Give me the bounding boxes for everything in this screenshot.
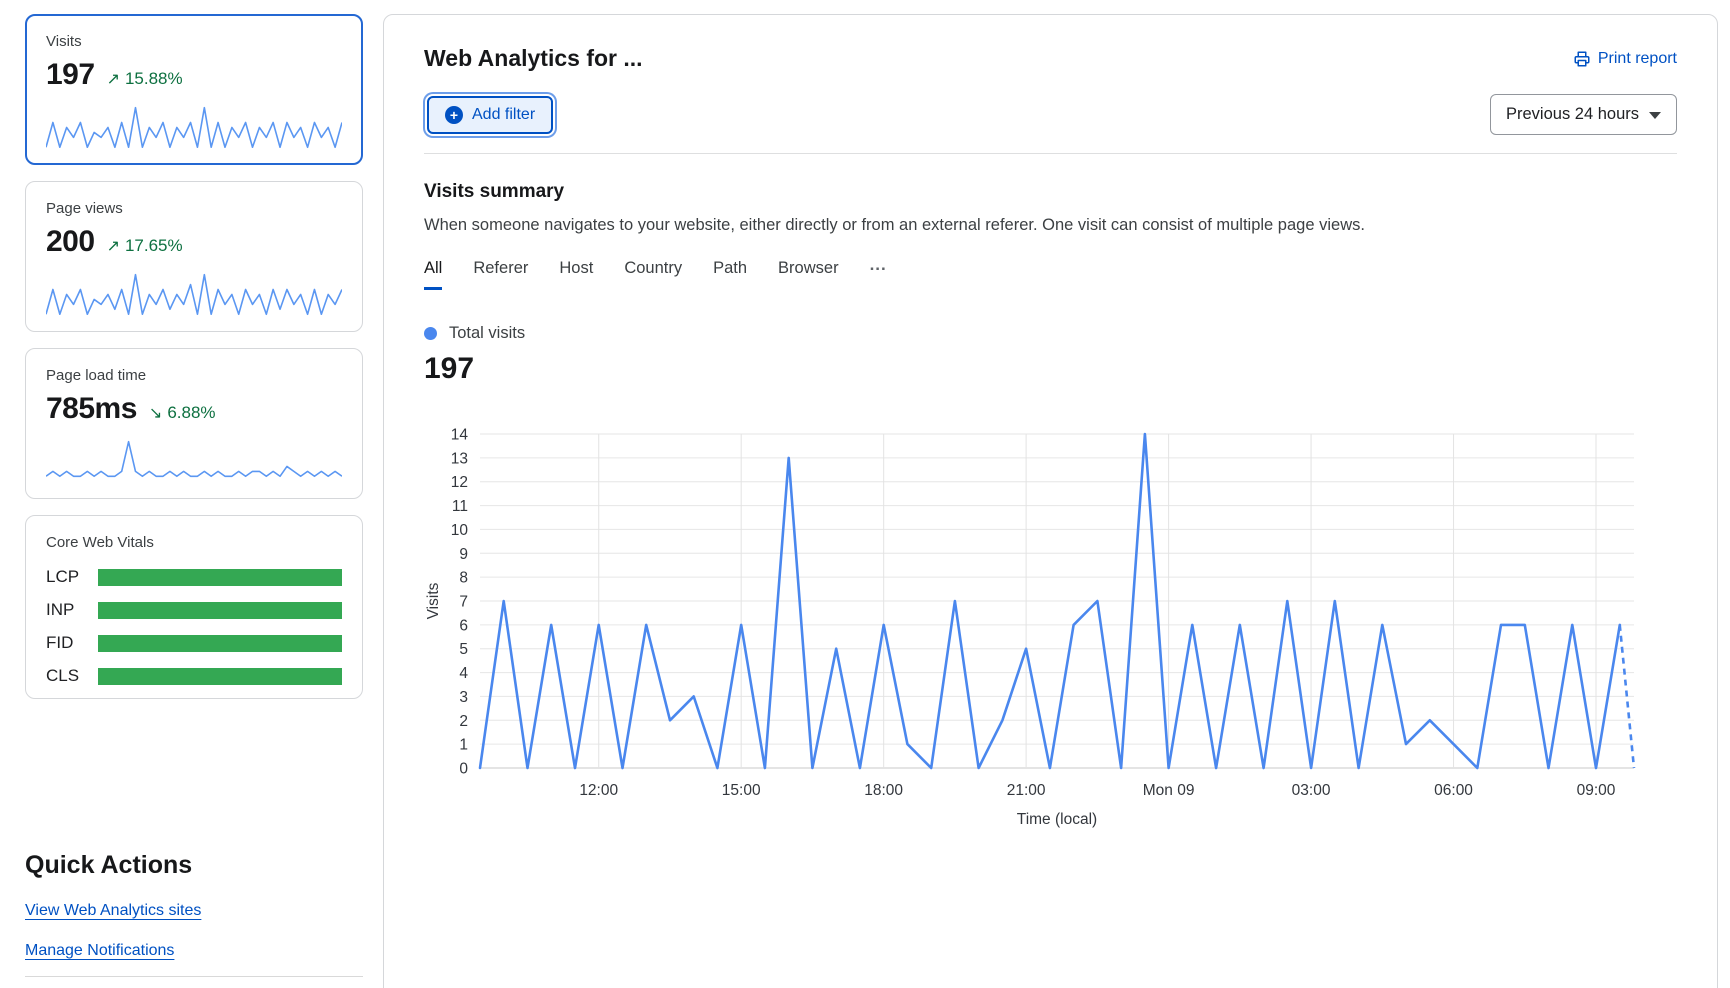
cwv-green-bar [98, 668, 342, 685]
add-filter-label: Add filter [472, 106, 535, 124]
chevron-down-icon [1649, 112, 1661, 119]
trend-badge: ↗ 17.65% [107, 236, 183, 256]
trend-percent: 17.65% [125, 236, 183, 256]
trend-percent: 6.88% [167, 403, 215, 423]
print-report-label: Print report [1598, 50, 1677, 68]
printer-icon [1573, 50, 1591, 68]
manage-notifications-link[interactable]: Manage Notifications [25, 942, 174, 960]
dashboard-layout: Visits 197 ↗ 15.88% Page views 200 ↗ 17.… [0, 0, 1730, 988]
cwv-green-bar [98, 569, 342, 586]
svg-text:21:00: 21:00 [1007, 782, 1046, 799]
page-title: Web Analytics for ... [424, 45, 643, 72]
view-web-analytics-sites-link[interactable]: View Web Analytics sites [25, 902, 201, 920]
metric-value: 200 [46, 225, 95, 259]
total-visits-value: 197 [424, 352, 1677, 386]
time-range-dropdown[interactable]: Previous 24 hours [1490, 94, 1677, 135]
tab-path[interactable]: Path [713, 259, 747, 287]
trend-down-icon: ↘ [149, 403, 162, 423]
svg-text:5: 5 [459, 641, 468, 658]
cwv-title: Core Web Vitals [46, 534, 342, 551]
metrics-sidebar: Visits 197 ↗ 15.88% Page views 200 ↗ 17.… [25, 14, 363, 988]
trend-badge: ↗ 15.88% [107, 69, 183, 89]
svg-text:15:00: 15:00 [722, 782, 761, 799]
svg-text:03:00: 03:00 [1292, 782, 1331, 799]
svg-text:14: 14 [451, 427, 469, 444]
time-range-value: Previous 24 hours [1506, 105, 1639, 124]
svg-text:Mon 09: Mon 09 [1143, 782, 1195, 799]
plus-circle-icon: + [445, 106, 463, 124]
svg-text:09:00: 09:00 [1577, 782, 1616, 799]
add-filter-button[interactable]: + Add filter [427, 96, 553, 134]
tab-country[interactable]: Country [624, 259, 682, 287]
visits-summary-section: Visits summary When someone navigates to… [384, 154, 1717, 840]
trend-badge: ↘ 6.88% [149, 403, 216, 423]
svg-text:11: 11 [452, 498, 468, 515]
cwv-metric-label: FID [46, 633, 98, 653]
metric-title: Page load time [46, 367, 342, 384]
core-web-vitals-card: Core Web Vitals LCP INP FID CLS [25, 515, 363, 699]
svg-text:7: 7 [459, 594, 468, 611]
metric-value: 197 [46, 58, 95, 92]
print-report-link[interactable]: Print report [1573, 50, 1677, 68]
svg-text:Visits: Visits [425, 582, 442, 619]
svg-text:2: 2 [459, 713, 468, 730]
cwv-metric-label: CLS [46, 666, 98, 686]
page-load-sparkline [46, 438, 342, 484]
svg-text:9: 9 [459, 546, 468, 563]
svg-text:Time (local): Time (local) [1017, 811, 1097, 828]
trend-up-icon: ↗ [107, 69, 120, 89]
cwv-green-bar [98, 602, 342, 619]
dimension-tabs: All Referer Host Country Path Browser... [424, 258, 1677, 290]
cwv-row: LCP [46, 567, 342, 587]
metric-card-page-views[interactable]: Page views 200 ↗ 17.65% [25, 181, 363, 332]
visits-line-chart: 0123456789101112131412:0015:0018:0021:00… [424, 422, 1677, 840]
svg-text:3: 3 [459, 689, 468, 706]
quick-actions-title: Quick Actions [25, 851, 363, 880]
tab-all[interactable]: All [424, 259, 442, 290]
divider [25, 976, 363, 977]
cwv-metric-label: LCP [46, 567, 98, 587]
legend-label: Total visits [449, 324, 525, 343]
trend-up-icon: ↗ [107, 236, 120, 256]
page-views-sparkline [46, 271, 342, 317]
svg-text:6: 6 [459, 617, 468, 634]
visits-chart-container: 0123456789101112131412:0015:0018:0021:00… [424, 422, 1677, 840]
trend-percent: 15.88% [125, 69, 183, 89]
visits-summary-title: Visits summary [424, 181, 1677, 203]
tabs-more-button[interactable]: ... [870, 255, 887, 275]
cwv-row: FID [46, 633, 342, 653]
svg-text:13: 13 [451, 450, 468, 467]
metric-value: 785ms [46, 392, 137, 426]
svg-text:12: 12 [451, 474, 468, 491]
chart-legend: Total visits [424, 324, 1677, 343]
panel-header: Web Analytics for ... Print report + Add… [384, 15, 1717, 154]
svg-text:06:00: 06:00 [1434, 782, 1473, 799]
svg-text:0: 0 [459, 761, 468, 778]
svg-text:8: 8 [459, 570, 468, 587]
metric-card-visits[interactable]: Visits 197 ↗ 15.88% [25, 14, 363, 165]
cwv-metric-label: INP [46, 600, 98, 620]
tab-browser[interactable]: Browser [778, 259, 839, 287]
cwv-rows: LCP INP FID CLS [46, 567, 342, 686]
legend-dot-icon [424, 327, 437, 340]
metric-card-page-load-time[interactable]: Page load time 785ms ↘ 6.88% [25, 348, 363, 499]
metric-title: Visits [46, 33, 342, 50]
quick-actions-section: Quick Actions View Web Analytics sites M… [25, 851, 363, 977]
svg-text:10: 10 [451, 522, 469, 539]
svg-text:12:00: 12:00 [579, 782, 618, 799]
visits-summary-description: When someone navigates to your website, … [424, 216, 1677, 235]
metric-title: Page views [46, 200, 342, 217]
cwv-row: CLS [46, 666, 342, 686]
tab-host[interactable]: Host [559, 259, 593, 287]
svg-text:4: 4 [459, 665, 468, 682]
svg-text:1: 1 [459, 737, 468, 754]
svg-text:18:00: 18:00 [864, 782, 903, 799]
web-analytics-panel: Web Analytics for ... Print report + Add… [383, 14, 1718, 988]
cwv-row: INP [46, 600, 342, 620]
tab-referer[interactable]: Referer [473, 259, 528, 287]
cwv-green-bar [98, 635, 342, 652]
visits-sparkline [46, 104, 342, 150]
